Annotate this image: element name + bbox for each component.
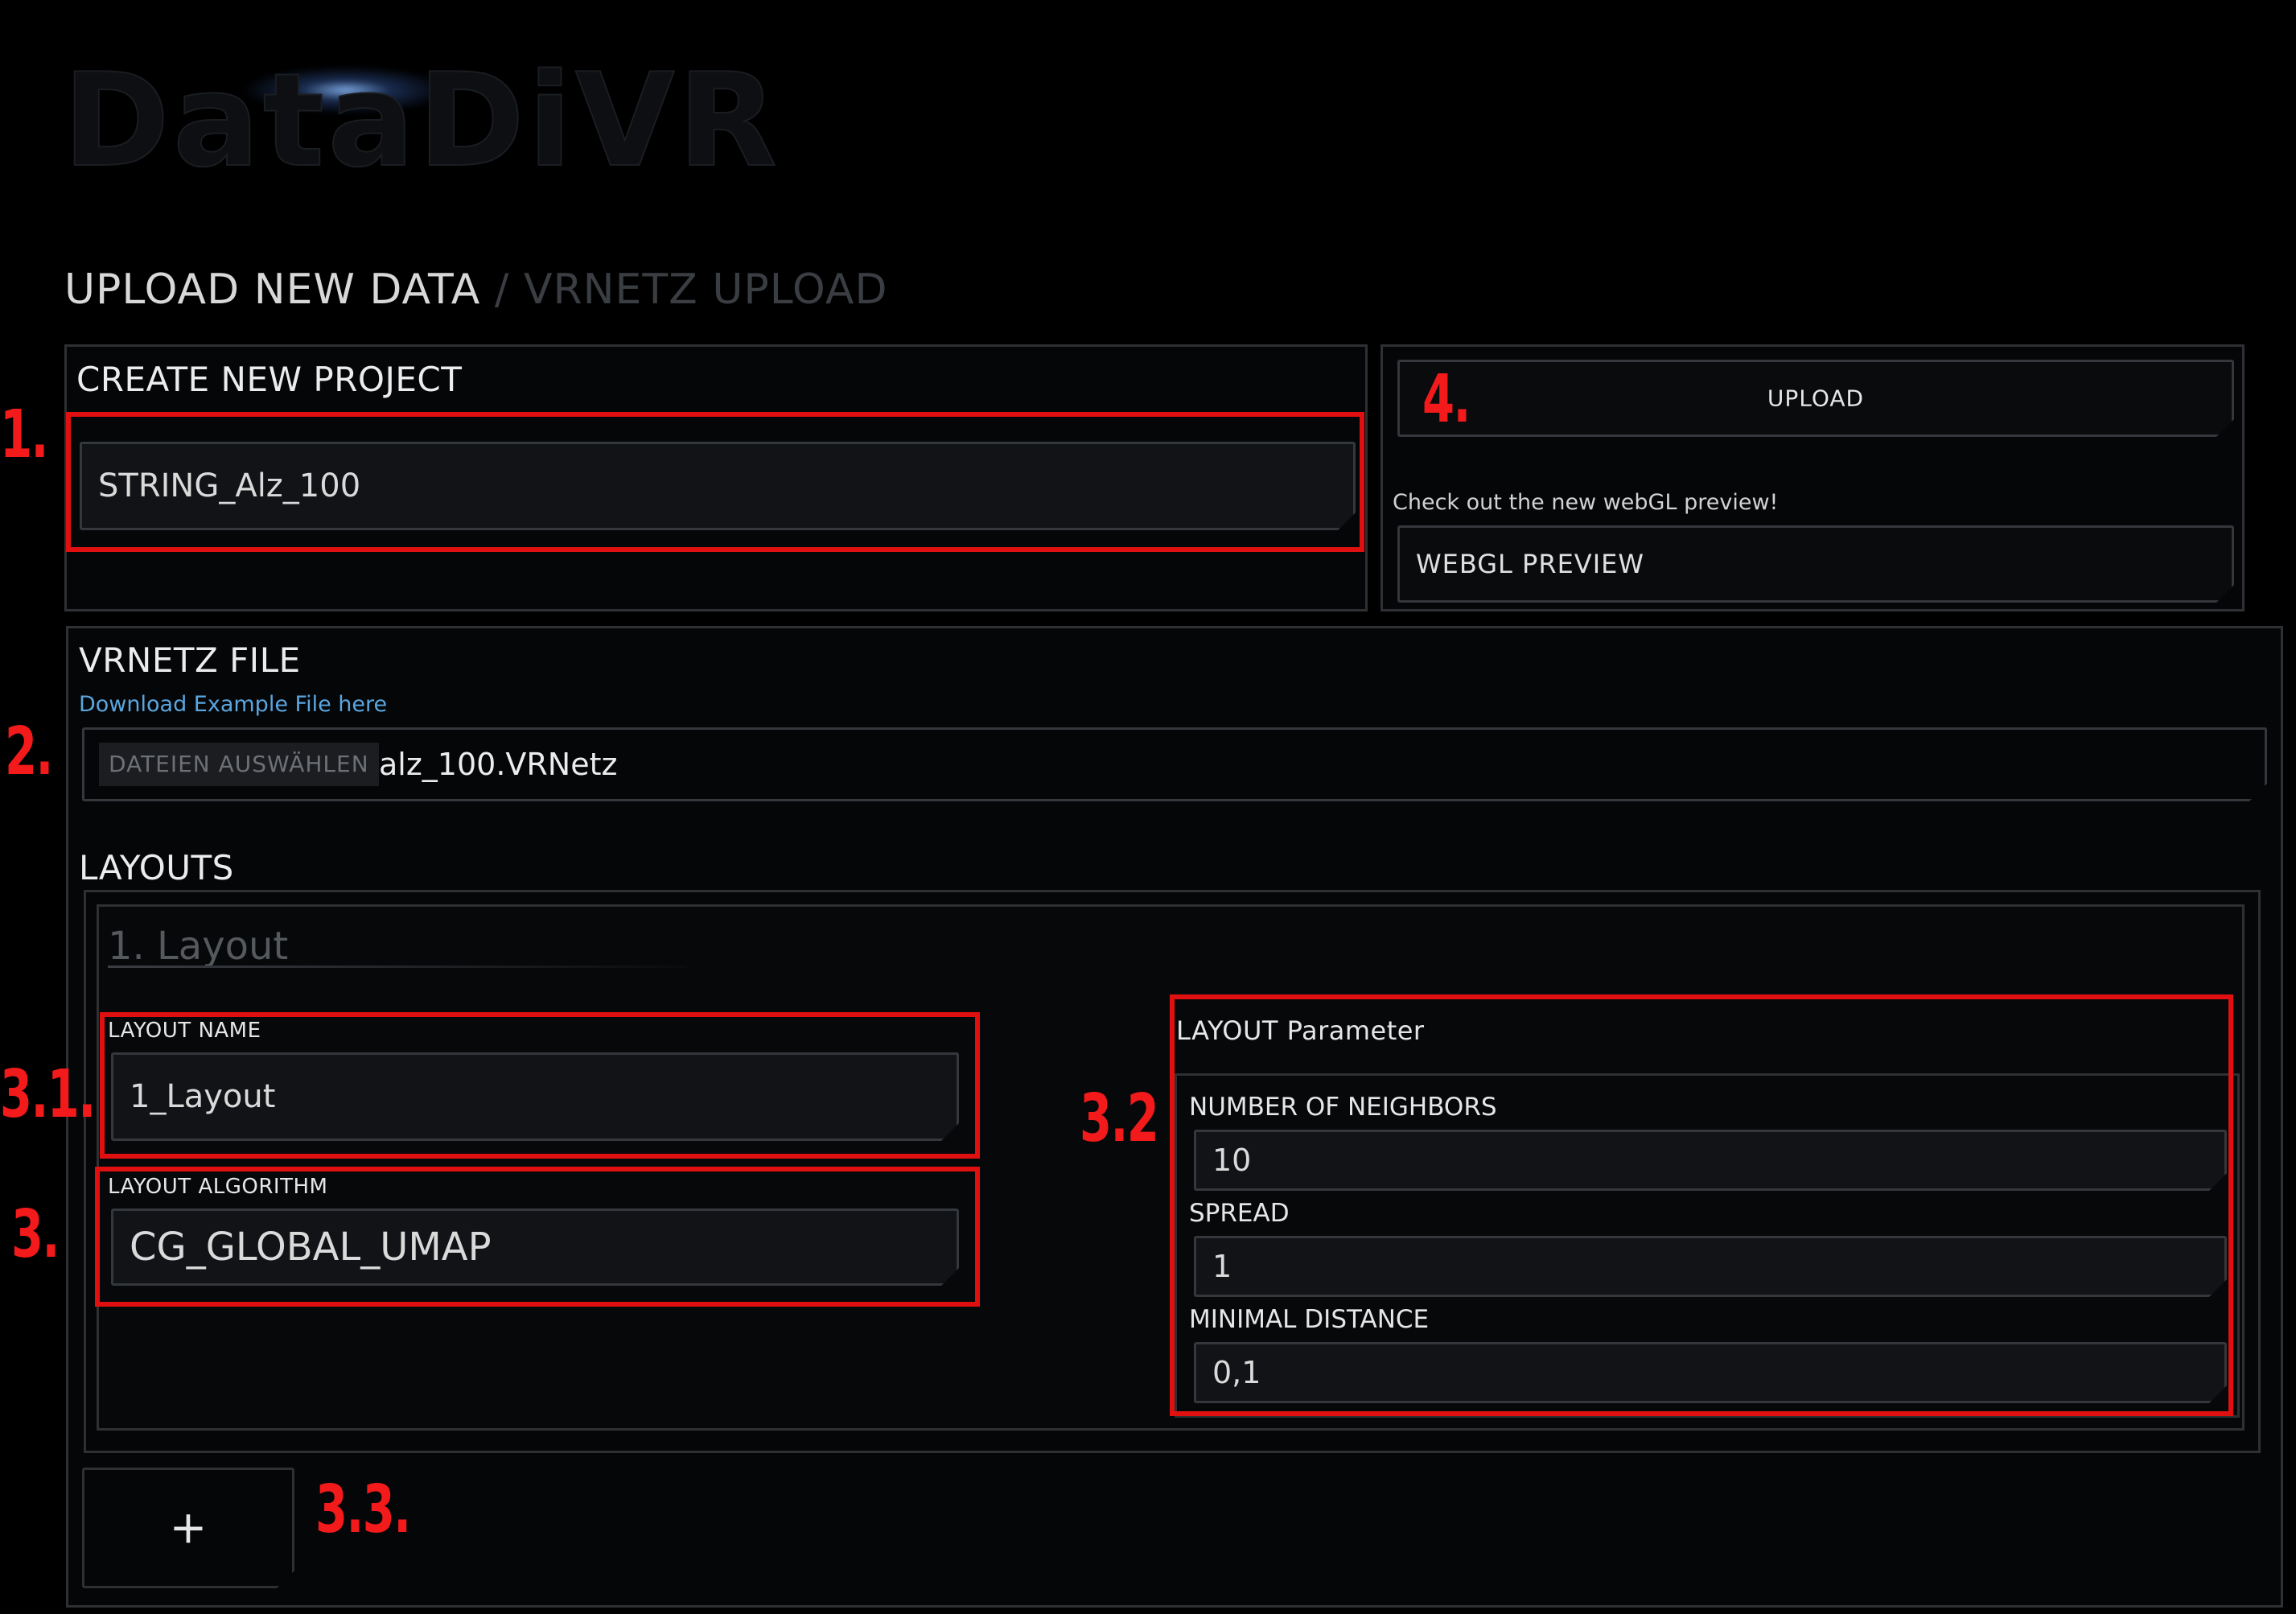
annotation-marker-3: 3. [11,1196,60,1273]
app-logo: DataDiVR [62,45,780,196]
annotation-marker-3-2: 3.2 [1080,1081,1159,1157]
annotation-marker-3-3: 3.3. [315,1472,411,1548]
annotation-marker-1: 1. [0,397,48,473]
vrnetz-file-input[interactable]: DATEIEN AUSWÄHLEN alz_100.VRNetz [82,727,2267,801]
annotation-box-3 [95,1167,980,1307]
annotation-box-3-2 [1170,994,2233,1416]
choose-files-button[interactable]: DATEIEN AUSWÄHLEN [99,743,379,786]
breadcrumb: UPLOAD NEW DATA / VRNETZ UPLOAD [64,266,888,314]
webgl-preview-label: WEBGL PREVIEW [1416,549,1644,579]
annotation-marker-3-1: 3.1. [0,1056,96,1133]
vrnetz-title: VRNETZ FILE [79,640,301,680]
breadcrumb-current: UPLOAD NEW DATA [64,266,481,314]
add-layout-button[interactable]: + [82,1468,294,1588]
annotation-marker-2: 2. [5,714,53,790]
webgl-note: Check out the new webGL preview! [1393,490,1779,515]
upload-panel: UPLOAD Check out the new webGL preview! … [1380,344,2245,611]
plus-icon: + [169,1501,208,1554]
breadcrumb-separator: / [494,266,510,314]
selected-file-name: alz_100.VRNetz [379,747,618,782]
download-example-link[interactable]: Download Example File here [79,692,387,717]
layout-heading-underline [108,966,687,968]
annotation-marker-4: 4. [1422,361,1471,438]
breadcrumb-section: VRNETZ UPLOAD [523,266,888,314]
upload-label: UPLOAD [1767,385,1865,412]
annotation-box-1 [66,412,1364,552]
layout-heading: 1. Layout [108,924,289,969]
upload-button[interactable]: UPLOAD [1397,360,2234,437]
layouts-title: LAYOUTS [79,848,234,887]
webgl-preview-button[interactable]: WEBGL PREVIEW [1397,525,2234,603]
annotation-box-3-1 [100,1012,980,1159]
create-project-title: CREATE NEW PROJECT [76,360,463,399]
